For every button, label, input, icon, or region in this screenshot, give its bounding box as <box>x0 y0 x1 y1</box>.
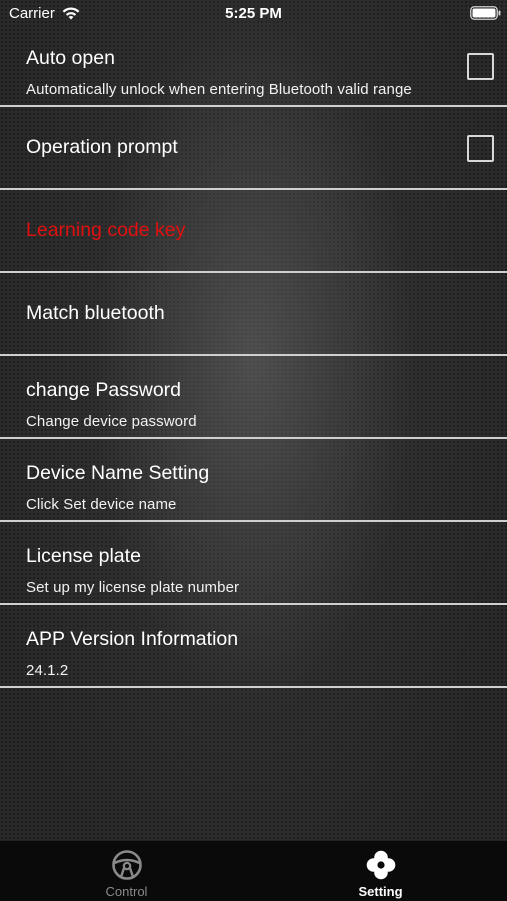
change-password-title: change Password <box>26 379 182 401</box>
auto-open-title: Auto open <box>26 47 115 69</box>
app-version-title: APP Version Information <box>26 628 239 650</box>
device-name-setting-title: Device Name Setting <box>26 462 210 484</box>
learning-code-key-title: Learning code key <box>26 219 186 241</box>
app-version-row[interactable]: APP Version Information 24.1.2 <box>0 605 507 688</box>
license-plate-row[interactable]: License plate Set up my license plate nu… <box>0 522 507 605</box>
tab-bar: Control Setting <box>0 840 507 901</box>
steering-wheel-icon <box>111 850 142 880</box>
device-name-setting-row[interactable]: Device Name Setting Click Set device nam… <box>0 439 507 522</box>
tab-control-label: Control <box>105 884 148 899</box>
tab-setting[interactable]: Setting <box>254 841 507 901</box>
device-name-setting-subtitle: Click Set device name <box>26 496 177 513</box>
change-password-row[interactable]: change Password Change device password <box>0 356 507 439</box>
settings-clover-icon <box>366 850 395 880</box>
auto-open-subtitle: Automatically unlock when entering Bluet… <box>26 81 412 98</box>
license-plate-title: License plate <box>26 545 141 567</box>
learning-code-key-row[interactable]: Learning code key <box>0 190 507 273</box>
license-plate-subtitle: Set up my license plate number <box>26 579 240 596</box>
tab-control[interactable]: Control <box>0 841 253 901</box>
battery-icon <box>470 6 501 20</box>
clock-time: 5:25 PM <box>225 5 282 22</box>
operation-prompt-title: Operation prompt <box>26 136 178 158</box>
tab-setting-label: Setting <box>358 884 403 899</box>
auto-open-checkbox[interactable] <box>467 53 494 80</box>
operation-prompt-checkbox[interactable] <box>467 135 494 162</box>
settings-list: Auto open Automatically unlock when ente… <box>0 24 507 688</box>
match-bluetooth-title: Match bluetooth <box>26 302 165 324</box>
app-version-value: 24.1.2 <box>26 662 69 679</box>
operation-prompt-row[interactable]: Operation prompt <box>0 107 507 190</box>
change-password-subtitle: Change device password <box>26 413 197 430</box>
auto-open-row[interactable]: Auto open Automatically unlock when ente… <box>0 24 507 107</box>
match-bluetooth-row[interactable]: Match bluetooth <box>0 273 507 356</box>
